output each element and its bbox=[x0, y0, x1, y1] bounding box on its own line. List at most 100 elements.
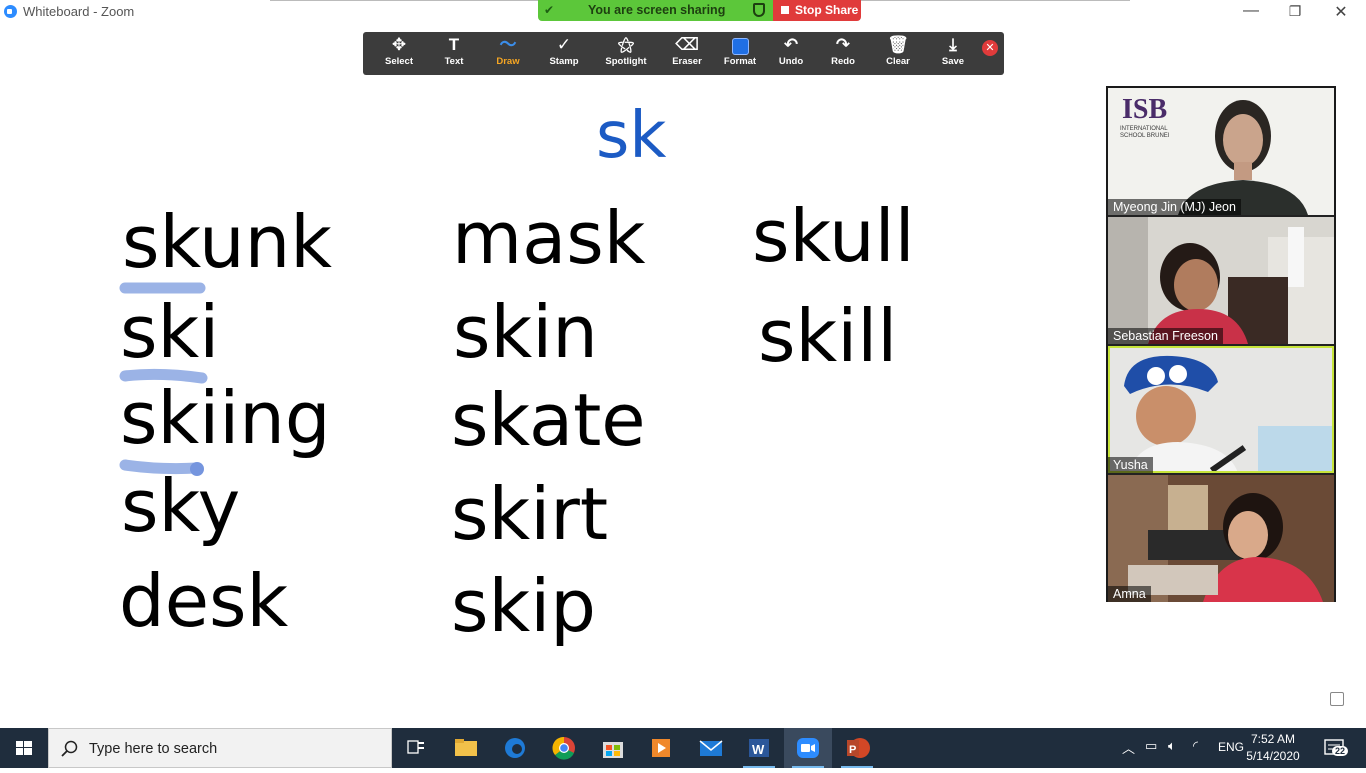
clock-time[interactable]: 7:52 AM bbox=[1238, 732, 1308, 746]
windows-taskbar: Type here to search W P ︿ ▭ 🔈︎ ◜ ENG 7:5… bbox=[0, 728, 1366, 768]
tool-stamp-button[interactable]: ✓ Stamp bbox=[538, 32, 590, 75]
zoom-app-icon bbox=[4, 5, 17, 18]
tool-label: Stamp bbox=[549, 56, 579, 67]
participant-video-panel: ISB INTERNATIONAL SCHOOL BRUNEI Myeong J… bbox=[1106, 86, 1336, 602]
word-sky: sky bbox=[121, 464, 241, 548]
word-ski: ski bbox=[120, 290, 220, 374]
tool-eraser-button[interactable]: ⌫ Eraser bbox=[661, 32, 713, 75]
sharing-status-text: You are screen sharing bbox=[588, 3, 726, 17]
tool-label: Draw bbox=[496, 56, 520, 67]
tool-label: Text bbox=[444, 56, 464, 67]
move-icon: ✥ bbox=[391, 35, 407, 54]
save-icon: ⤓ bbox=[949, 35, 957, 54]
notification-count-badge: 22 bbox=[1332, 746, 1349, 756]
text-icon: T bbox=[448, 35, 460, 54]
undo-icon: ↶ bbox=[783, 35, 799, 54]
stop-share-label: Stop Share bbox=[795, 3, 859, 17]
wand-icon: ⚝ bbox=[617, 35, 635, 54]
folder-icon bbox=[455, 739, 477, 756]
participant-name: Myeong Jin (MJ) Jeon bbox=[1108, 199, 1241, 215]
show-hidden-icons-chevron-icon[interactable]: ︿ bbox=[1122, 738, 1135, 757]
restore-button[interactable]: ❐ bbox=[1280, 3, 1310, 20]
close-toolbar-button[interactable]: ✕ bbox=[982, 40, 998, 56]
file-explorer-button[interactable] bbox=[441, 728, 489, 768]
close-window-button[interactable]: ✕ bbox=[1326, 2, 1356, 22]
video-player-button[interactable] bbox=[637, 728, 685, 768]
tool-label: Eraser bbox=[672, 56, 702, 67]
participant-name: Yusha bbox=[1108, 457, 1153, 473]
zoom-button[interactable] bbox=[784, 728, 832, 768]
drag-handle-icon[interactable]: ✔ bbox=[544, 3, 554, 17]
tool-undo-button[interactable]: ↶ Undo bbox=[768, 32, 814, 75]
task-view-icon bbox=[407, 740, 424, 754]
tool-clear-button[interactable]: 🗑 Clear bbox=[873, 32, 923, 75]
taskbar-search-box[interactable]: Type here to search bbox=[48, 728, 392, 768]
tool-format-button[interactable]: Format bbox=[715, 32, 765, 75]
tool-redo-button[interactable]: ↷ Redo bbox=[820, 32, 866, 75]
search-icon bbox=[61, 740, 78, 757]
wifi-icon[interactable]: ◜ bbox=[1193, 738, 1198, 754]
word-skull: skull bbox=[752, 194, 915, 278]
tool-label: Spotlight bbox=[605, 56, 647, 67]
word-skill: skill bbox=[758, 294, 898, 378]
powerpoint-button[interactable]: P bbox=[833, 728, 881, 768]
word-skirt: skirt bbox=[451, 472, 609, 556]
tool-spotlight-button[interactable]: ⚝ Spotlight bbox=[595, 32, 657, 75]
tool-label: Undo bbox=[778, 56, 804, 67]
school-logo: ISB bbox=[1122, 94, 1168, 125]
volume-icon[interactable]: 🔈︎ bbox=[1168, 738, 1176, 754]
video-tile-student[interactable]: Amna bbox=[1108, 475, 1334, 602]
mail-icon bbox=[699, 740, 723, 756]
trash-icon: 🗑 bbox=[887, 35, 909, 54]
battery-icon[interactable]: ▭ bbox=[1145, 738, 1157, 754]
video-tile-teacher[interactable]: ISB INTERNATIONAL SCHOOL BRUNEI Myeong J… bbox=[1108, 88, 1334, 215]
student-video bbox=[1108, 217, 1334, 344]
tool-draw-button[interactable]: 〜 Draw bbox=[483, 32, 533, 75]
word-desk: desk bbox=[119, 559, 289, 643]
mail-button[interactable] bbox=[686, 728, 734, 768]
action-center-button[interactable]: 22 bbox=[1323, 737, 1349, 759]
student-video bbox=[1108, 346, 1334, 473]
redo-icon: ↷ bbox=[835, 35, 851, 54]
tool-label: Redo bbox=[831, 56, 855, 67]
phonics-heading: sk bbox=[596, 99, 667, 173]
video-tile-student[interactable]: Sebastian Freeson bbox=[1108, 217, 1334, 344]
svg-text:P: P bbox=[849, 744, 856, 756]
chrome-button[interactable] bbox=[539, 728, 587, 768]
word-icon: W bbox=[749, 739, 769, 757]
tool-label: Select bbox=[385, 56, 413, 67]
participant-name: Sebastian Freeson bbox=[1108, 328, 1223, 344]
start-button[interactable] bbox=[0, 728, 48, 768]
participant-name: Amna bbox=[1108, 586, 1151, 602]
task-view-button[interactable] bbox=[392, 728, 440, 768]
chrome-icon bbox=[552, 736, 575, 760]
tool-text-button[interactable]: T Text bbox=[429, 32, 479, 75]
word-skunk: skunk bbox=[122, 200, 332, 284]
tool-save-button[interactable]: ⤓ Save bbox=[928, 32, 978, 75]
video-tile-student[interactable]: Yusha bbox=[1108, 346, 1334, 473]
store-icon bbox=[603, 742, 623, 758]
search-placeholder: Type here to search bbox=[89, 741, 218, 757]
format-swatch-icon bbox=[715, 32, 765, 56]
shield-icon bbox=[753, 3, 765, 17]
powerpoint-icon: P bbox=[847, 738, 870, 758]
edge-button[interactable] bbox=[490, 728, 538, 768]
checkmark-icon: ✓ bbox=[556, 35, 572, 54]
tool-label: Clear bbox=[886, 56, 910, 67]
expand-icon[interactable] bbox=[1330, 692, 1344, 706]
word-skiing: skiing bbox=[120, 376, 331, 460]
store-button[interactable] bbox=[588, 728, 636, 768]
minimize-button[interactable]: — bbox=[1236, 2, 1266, 20]
word-button[interactable]: W bbox=[735, 728, 783, 768]
tool-select-button[interactable]: ✥ Select bbox=[373, 32, 425, 75]
window-title: Whiteboard - Zoom bbox=[23, 4, 135, 19]
zoom-icon bbox=[797, 738, 819, 758]
stop-icon bbox=[781, 6, 789, 14]
clock-date[interactable]: 5/14/2020 bbox=[1238, 749, 1308, 763]
screen-sharing-banner[interactable]: ✔ You are screen sharing bbox=[538, 0, 773, 21]
video-player-icon bbox=[652, 739, 670, 757]
word-skip: skip bbox=[451, 564, 596, 648]
windows-logo-icon bbox=[16, 741, 32, 755]
student-video bbox=[1108, 475, 1334, 602]
stop-share-button[interactable]: Stop Share bbox=[773, 0, 861, 21]
